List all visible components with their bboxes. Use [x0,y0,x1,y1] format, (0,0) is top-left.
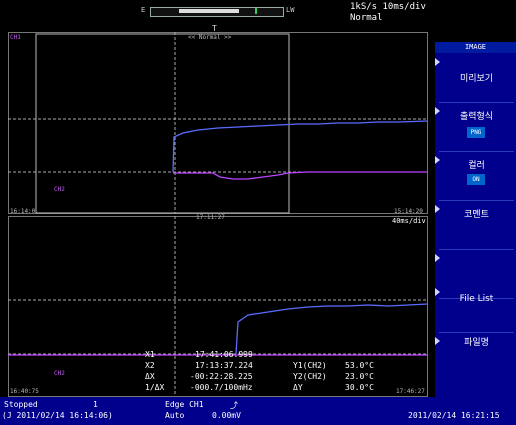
acquisition-count: 1 [93,400,98,409]
ch-label-upper-a: CH1 [10,34,21,41]
sample-rate-text: 1kS/s 10ms/div [350,2,426,12]
menu-item-output-format-label: 출력형식 [459,112,494,122]
x2-value: 17:13:37.224 [195,361,253,370]
menu-item-preview-label: 미리보기 [459,74,494,84]
menu-title: IMAGE [435,42,516,53]
menu-item-filename[interactable]: 파일명 [435,333,514,381]
zoom-title: << Normal >> [188,34,232,41]
menu-item-comment-label: 코멘트 [464,210,489,220]
dy-label: ΔY [293,383,303,392]
softkey-arrow-icon [435,254,440,262]
trigger-type: Edge CH1 [165,400,204,409]
zoom-position-bar[interactable] [150,7,284,17]
x1-value: 17:41:06.999 [195,350,253,359]
lower-left-time: 16:40:75 [10,388,39,395]
menu-item-file-list[interactable]: File List [435,284,514,333]
ch1-trace-upper [172,120,428,173]
color-value: ON [467,174,485,185]
output-format-value: PNG [467,127,485,138]
inv-dx-value: -000.7/100mHz [190,383,253,392]
inv-dx-label: 1/ΔX [145,383,165,392]
ch-label-lower: CH2 [54,370,65,377]
softkey-menu: IMAGE 미리보기 출력형식 PNG 컬러 ON 코멘트 File List … [435,42,516,397]
lower-scale-label: 40ms/div [392,217,426,225]
y2-value: 23.0°C [345,372,374,381]
zoom-right-label: LW [286,6,295,14]
upper-mid-time: 17:11:27 [196,214,225,221]
menu-item-file-list-label: File List [459,294,494,304]
ch1-trace-lower [235,303,428,355]
trigger-edge-icon: ⤴ [230,401,238,410]
y2-label: Y2(CH2) [293,372,327,381]
zoom-left-label: E [141,6,146,14]
top-status-bar: E LW 1kS/s 10ms/div Normal [0,0,516,26]
dx-value: -00:22:28.225 [190,372,253,381]
upper-right-time: 15:14:20 [394,208,423,215]
menu-item-color-label: 컬러 [468,161,485,171]
cursor-readout: X1 17:41:06.999 X2 17:13:37.224 Y1(CH2) … [140,350,430,396]
menu-item-comment[interactable]: 코멘트 [435,201,514,250]
y1-value: 53.0°C [345,361,374,370]
x2-label: X2 [145,361,155,370]
ch2-trace-upper [173,171,428,180]
trigger-mode-text: Normal [350,13,383,23]
y1-label: Y1(CH2) [293,361,327,370]
trigger-position-marker: T [212,24,217,33]
acquisition-status: Stopped [4,400,38,409]
zoom-region-box [35,33,290,214]
menu-item-output-format[interactable]: 출력형식 PNG [435,103,514,152]
zoom-window-indicator[interactable] [179,9,239,13]
upper-left-time: 16:14:0 [10,208,36,215]
x1-label: X1 [145,350,155,359]
system-clock: 2011/02/14 16:21:15 [408,411,500,420]
softkey-arrow-icon [435,58,440,66]
dx-label: ΔX [145,372,155,381]
menu-item-filename-label: 파일명 [464,338,489,348]
menu-item-preview[interactable]: 미리보기 [435,54,514,103]
start-time: (J 2011/02/14 16:14:06) [2,411,113,420]
ch-label-upper-b: CH2 [54,186,65,193]
bottom-status-bar: Stopped 1 (J 2011/02/14 16:14:06) Edge C… [0,397,516,425]
zoom-marker [255,8,257,14]
trigger-mode-auto: Auto [165,411,185,420]
menu-item-color[interactable]: 컬러 ON [435,152,514,201]
trigger-level: 0.00mV [212,411,241,420]
dy-value: 30.0°C [345,383,374,392]
